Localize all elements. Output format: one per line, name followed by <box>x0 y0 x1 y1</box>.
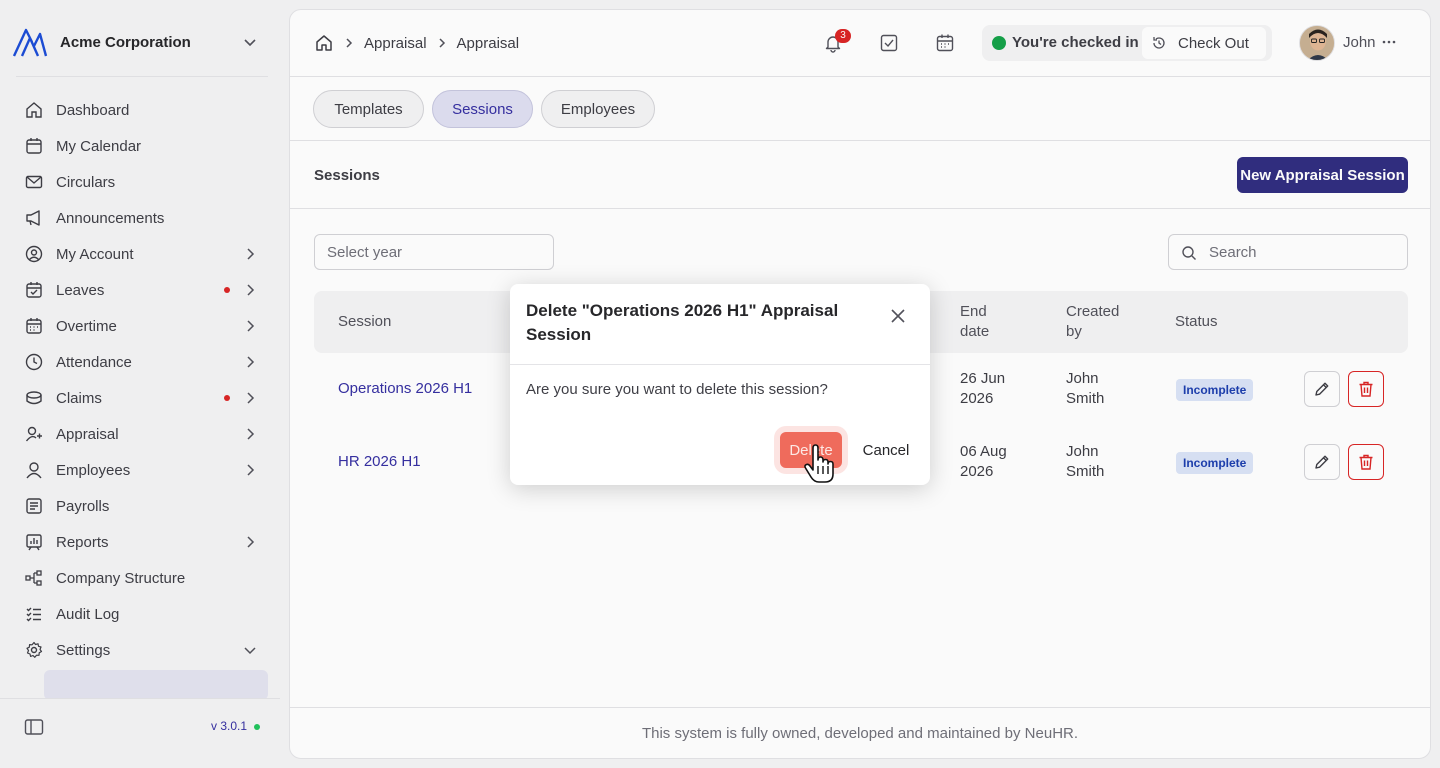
hand-pointer-icon <box>804 444 834 483</box>
delete-session-dialog: Delete "Operations 2026 H1" Appraisal Se… <box>510 284 930 485</box>
close-icon[interactable] <box>888 306 908 326</box>
dialog-title: Delete "Operations 2026 H1" Appraisal Se… <box>526 301 839 344</box>
divider <box>510 364 930 365</box>
dialog-message: Are you sure you want to delete this ses… <box>526 381 828 398</box>
cancel-button[interactable]: Cancel <box>850 432 922 468</box>
